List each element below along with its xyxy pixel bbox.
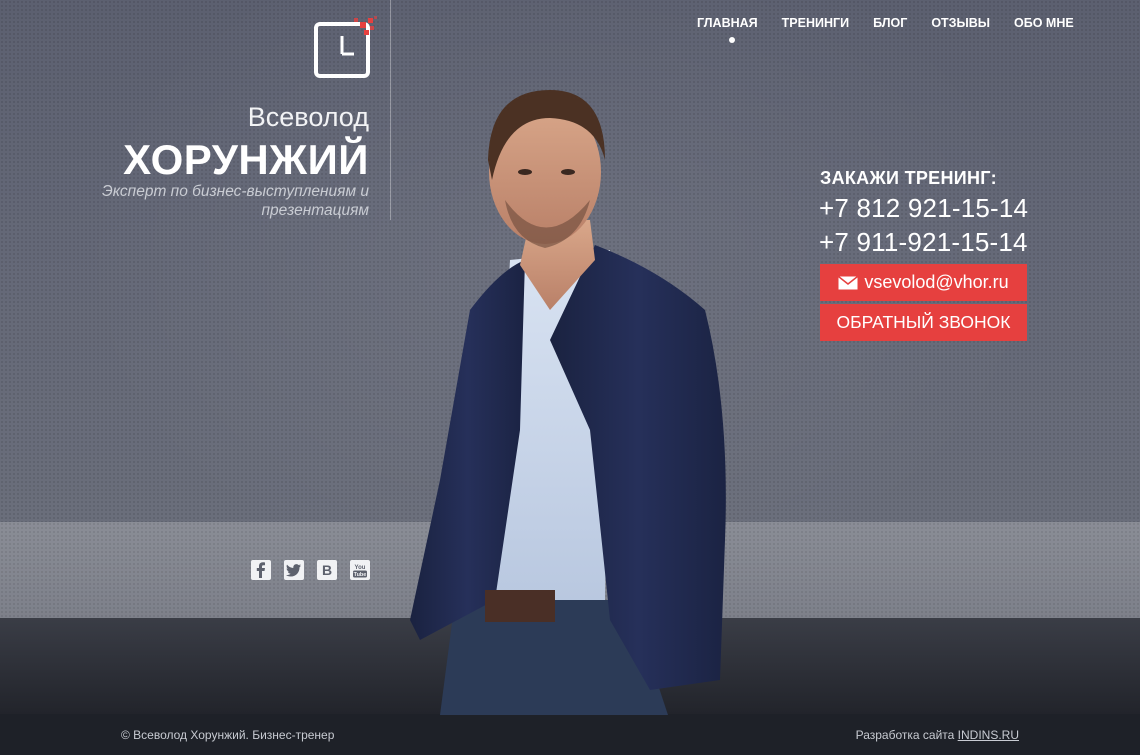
nav-item-reviews[interactable]: ОТЗЫВЫ [919, 16, 1002, 30]
nav-item-label: БЛОГ [873, 16, 908, 30]
phone-2[interactable]: +7 911-921-15-14 [819, 227, 1028, 258]
youtube-icon[interactable]: You Tube [350, 560, 370, 580]
twitter-icon[interactable] [284, 560, 304, 580]
footer-developer: Разработка сайта INDINS.RU [856, 728, 1019, 742]
clock-logo-icon[interactable] [314, 16, 378, 80]
nav-item-trainings[interactable]: ТРЕНИНГИ [770, 16, 861, 30]
nav-item-label: ГЛАВНАЯ [697, 16, 758, 30]
nav-item-label: ОТЗЫВЫ [931, 16, 991, 30]
order-training-label: ЗАКАЖИ ТРЕНИНГ: [820, 168, 997, 188]
footer-copyright: © Всеволод Хорунжий. Бизнес-тренер [121, 728, 335, 742]
callback-button[interactable]: ОБРАТНЫЙ ЗВОНОК [820, 304, 1027, 341]
svg-text:B: B [322, 562, 332, 578]
nav-item-blog[interactable]: БЛОГ [861, 16, 919, 30]
svg-text:Tube: Tube [354, 572, 367, 578]
brand-first-name: Всеволод [247, 102, 369, 132]
nav-item-label: ОБО МНЕ [1014, 16, 1074, 30]
main-nav: ГЛАВНАЯ ТРЕНИНГИ БЛОГ ОТЗЫВЫ ОБО МНЕ [690, 16, 1086, 43]
nav-item-home[interactable]: ГЛАВНАЯ [690, 16, 770, 43]
active-indicator-dot [728, 37, 735, 43]
nav-item-label: ТРЕНИНГИ [781, 16, 850, 30]
footer-dev-prefix: Разработка сайта [855, 728, 955, 742]
svg-text:You: You [355, 565, 366, 571]
email-button-label: vsevolod@vhor.ru [864, 272, 1009, 292]
email-button[interactable]: vsevolod@vhor.ru [820, 264, 1027, 301]
mail-icon [838, 275, 859, 289]
brand-last-name: ХОРУНЖИЙ [123, 136, 369, 183]
social-links: B You Tube [251, 560, 371, 580]
brand-tagline: Эксперт по бизнес-выступлениям и презент… [102, 183, 369, 219]
logo-divider [390, 0, 391, 220]
portrait-image [410, 90, 726, 715]
facebook-icon[interactable] [251, 560, 271, 580]
phone-1[interactable]: +7 812 921-15-14 [819, 193, 1028, 224]
developer-link[interactable]: INDINS.RU [958, 728, 1019, 742]
vk-icon[interactable]: B [317, 560, 337, 580]
callback-button-label: ОБРАТНЫЙ ЗВОНОК [836, 312, 1011, 332]
nav-item-about[interactable]: ОБО МНЕ [1002, 16, 1086, 30]
